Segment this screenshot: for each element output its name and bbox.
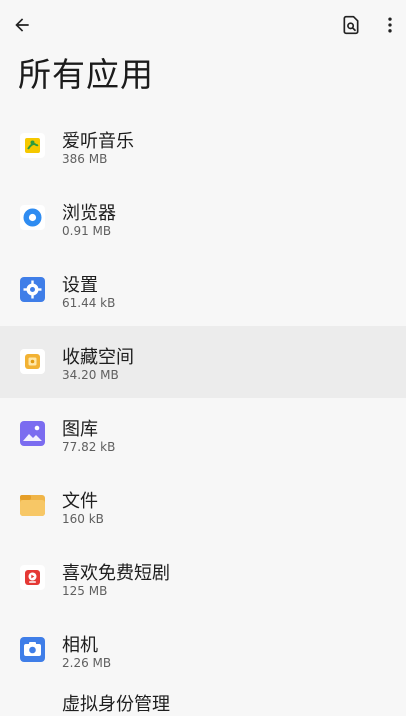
app-row-files[interactable]: 文件 160 kB [0,470,406,542]
app-name: 图库 [62,419,98,440]
app-row-camera[interactable]: 相机 2.26 MB [0,614,406,686]
gallery-app-icon [20,421,45,446]
page-title: 所有应用 [18,55,154,94]
app-name: 文件 [62,491,98,512]
app-size: 125 MB [62,584,108,598]
app-size: 160 kB [62,512,104,526]
settings-app-icon [20,277,45,302]
app-size: 386 MB [62,152,108,166]
app-name: 爱听音乐 [62,131,134,152]
app-size: 2.26 MB [62,656,112,670]
app-name: 虚拟身份管理 [62,694,170,715]
drama-app-icon [20,565,45,590]
app-size: 61.44 kB [62,296,116,310]
browser-app-icon [20,205,45,230]
back-button[interactable] [6,9,38,41]
top-app-bar [0,0,406,50]
app-name: 收藏空间 [62,347,134,368]
more-vert-icon [388,17,392,33]
app-size: 77.82 kB [62,440,116,454]
app-size: 0.91 MB [62,224,112,238]
search-document-icon [343,15,359,35]
app-row-virtual-identity[interactable]: 虚拟身份管理 [0,686,406,716]
app-name: 设置 [62,275,98,296]
more-options-button[interactable] [374,9,406,41]
arrow-back-icon [15,18,29,32]
app-size: 34.20 MB [62,368,119,382]
app-row-music[interactable]: 爱听音乐 386 MB [0,110,406,182]
app-name: 喜欢免费短剧 [62,563,170,584]
app-row-browser[interactable]: 浏览器 0.91 MB [0,182,406,254]
files-app-icon [20,493,45,518]
app-row-settings[interactable]: 设置 61.44 kB [0,254,406,326]
search-button[interactable] [335,9,367,41]
app-row-collection[interactable]: 收藏空间 34.20 MB [0,326,406,398]
app-row-drama[interactable]: 喜欢免费短剧 125 MB [0,542,406,614]
music-app-icon [20,133,45,158]
collection-app-icon [20,349,45,374]
camera-app-icon [20,637,45,662]
app-name: 浏览器 [62,203,116,224]
app-list: 爱听音乐 386 MB 浏览器 0.91 MB 设置 61.44 kB 收藏空间… [0,110,406,716]
app-name: 相机 [62,635,98,656]
app-row-gallery[interactable]: 图库 77.82 kB [0,398,406,470]
